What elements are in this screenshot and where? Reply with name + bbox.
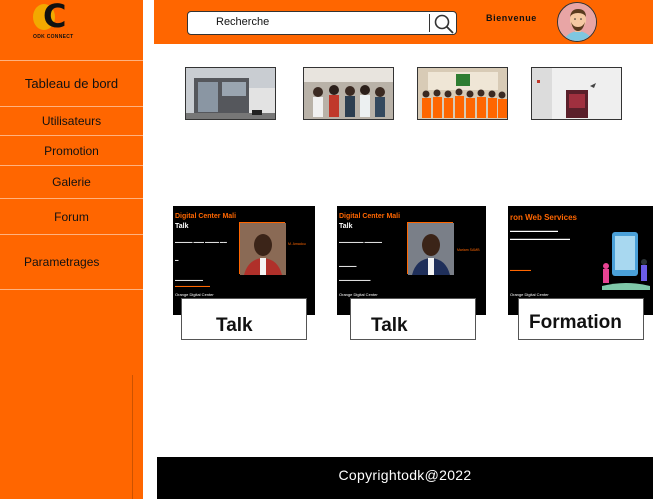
card-line: ▬▬▬▬▬▬▬▬▬▬▬▬▬▬▬ (510, 236, 570, 241)
speaker-photo (407, 222, 454, 275)
group-photo-image (418, 68, 507, 119)
event-photo-image (304, 68, 393, 119)
gallery-photo-group[interactable] (417, 67, 508, 120)
search-divider (429, 14, 430, 32)
avatar[interactable] (557, 2, 597, 42)
sidebar-item-tableau-de-bord[interactable]: Tableau de bord (0, 60, 143, 106)
gallery-photo-event[interactable] (303, 67, 394, 120)
logo-letter: C (43, 0, 67, 35)
card-line: ▬ (175, 258, 179, 262)
search-box[interactable]: Recherche (187, 11, 457, 35)
card-title: ron Web Services (510, 213, 577, 222)
phone-illustration (602, 232, 650, 290)
speaker-photo (239, 222, 286, 275)
gallery-photo-building[interactable] (185, 67, 276, 120)
speaker-portrait (240, 223, 286, 275)
office-photo-image (532, 68, 621, 119)
card-line: ▬▬▬▬▬▬▬▬ (175, 278, 203, 282)
building-photo-image (186, 68, 275, 119)
card-line: ▬▬▬▬▬▬▬▬▬▬ (175, 284, 210, 288)
odk-connect-logo[interactable]: C ODK CONNECT (33, 0, 83, 40)
guest-name: M. Amadou (288, 242, 306, 246)
card-subtitle: Talk (175, 223, 189, 230)
talk-caption-2[interactable]: Talk (350, 298, 476, 340)
sidebar-item-utilisateurs[interactable]: Utilisateurs (0, 106, 143, 135)
card-line: ▬▬▬▬▬ ▬▬▬ ▬▬▬▬ ▬▬ (175, 240, 227, 244)
card-title: Digital Center Mali (175, 213, 237, 220)
card-line: ▬▬▬▬▬▬▬▬▬ (339, 278, 371, 282)
sidebar-gap (143, 0, 154, 499)
card-line: ▬▬▬▬▬▬ (510, 268, 531, 272)
search-input[interactable]: Recherche (216, 16, 269, 28)
card-title: Digital Center Mali (339, 213, 401, 220)
footer: Copyrightodk@2022 (157, 457, 653, 499)
formation-caption[interactable]: Formation (518, 298, 644, 340)
sidebar: C ODK CONNECT Tableau de bord Utilisateu… (0, 0, 143, 499)
welcome-text: Bienvenue (486, 13, 537, 23)
sidebar-item-forum[interactable]: Forum (0, 198, 143, 234)
sidebar-item-parametrages[interactable]: Parametrages (0, 234, 143, 289)
top-header: Recherche Bienvenue (154, 0, 653, 44)
search-icon[interactable] (433, 13, 455, 35)
sidebar-item-promotion[interactable]: Promotion (0, 135, 143, 165)
card-line: ▬▬▬▬▬▬▬ ▬▬▬▬▬ (339, 240, 382, 244)
card-line: ▬▬▬▬▬▬▬▬▬▬▬▬ (510, 228, 558, 233)
guest-name: Mariam SAMB (457, 248, 480, 252)
sidebar-item-galerie[interactable]: Galerie (0, 165, 143, 198)
copyright-text: Copyrightodk@2022 (338, 467, 472, 483)
logo-text: ODK CONNECT (33, 34, 74, 40)
gallery-photo-office[interactable] (531, 67, 622, 120)
card-line: ▬▬▬▬▬ (339, 264, 357, 268)
card-subtitle: Talk (339, 223, 353, 230)
speaker-portrait (408, 223, 454, 275)
user-avatar-icon (558, 3, 596, 41)
sidebar-divider (0, 289, 143, 290)
sidebar-rule (132, 375, 133, 499)
card-org: Orange Digital Center (510, 292, 549, 297)
talk-caption-1[interactable]: Talk (181, 298, 307, 340)
card-org: Orange Digital Center (175, 292, 214, 297)
card-org: Orange Digital Center (339, 292, 378, 297)
